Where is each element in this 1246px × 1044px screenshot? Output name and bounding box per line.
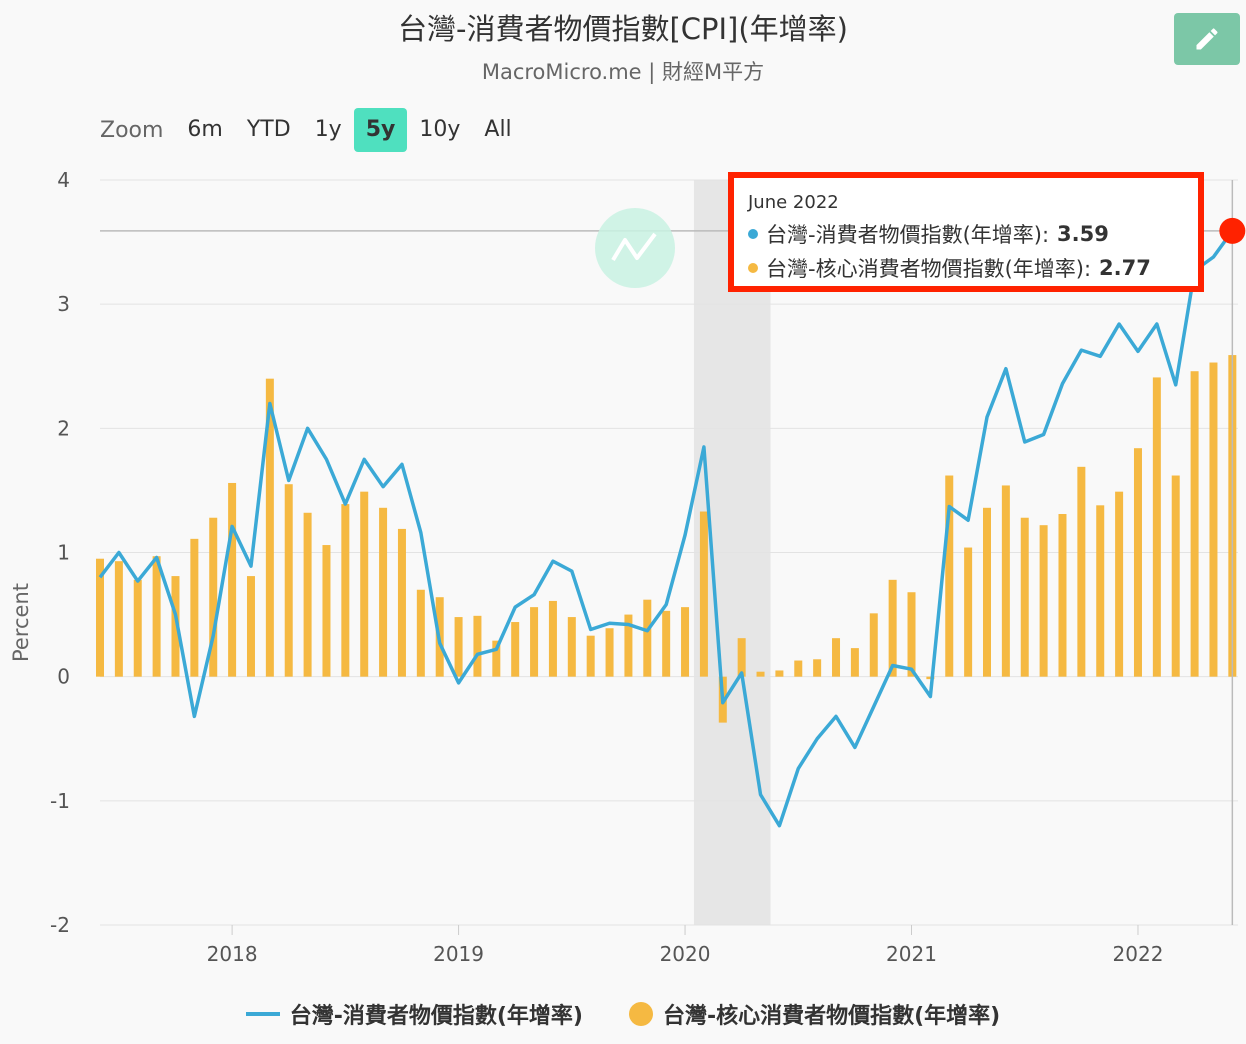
hover-marker: [1219, 217, 1246, 244]
core-cpi-bar: [152, 556, 161, 677]
y-tick-label: 2: [57, 416, 70, 440]
tooltip-dot-core: [748, 263, 758, 273]
core-cpi-bar: [416, 589, 425, 677]
core-cpi-bar: [303, 512, 312, 677]
tooltip-label-cpi: 台灣-消費者物價指數(年增率):: [766, 223, 1050, 247]
core-cpi-bar: [813, 659, 822, 677]
core-cpi-bar: [1115, 491, 1124, 677]
legend-item-cpi[interactable]: 台灣-消費者物價指數(年增率): [245, 998, 583, 1030]
tooltip-row-cpi: 台灣-消費者物價指數(年增率): 3.59: [748, 219, 1184, 249]
y-tick-label: 0: [57, 665, 70, 689]
core-cpi-bar: [1133, 448, 1142, 677]
core-cpi-bar: [1077, 466, 1086, 677]
legend-line-symbol: [245, 1012, 280, 1016]
core-cpi-bar: [379, 507, 388, 677]
core-cpi-bar: [284, 484, 293, 677]
core-cpi-bar: [1020, 517, 1029, 677]
watermark-logo-icon: [595, 208, 675, 288]
core-cpi-bar: [360, 491, 369, 677]
y-tick-label: -2: [50, 913, 70, 937]
y-tick-label: 4: [57, 168, 70, 192]
core-cpi-bar: [322, 545, 331, 677]
core-cpi-bar: [794, 660, 803, 677]
core-cpi-bar: [775, 670, 784, 677]
x-tick-label: 2018: [207, 942, 258, 966]
tooltip-label-core: 台灣-核心消費者物價指數(年增率):: [766, 257, 1092, 281]
y-tick-label: 3: [57, 292, 70, 316]
core-cpi-bar: [397, 528, 406, 677]
core-cpi-bar: [1001, 485, 1010, 677]
core-cpi-bar: [133, 579, 142, 677]
legend-item-core[interactable]: 台灣-核心消費者物價指數(年增率): [629, 998, 1000, 1030]
core-cpi-bar: [756, 671, 765, 677]
core-cpi-bar: [548, 600, 557, 677]
core-cpi-bar: [114, 561, 123, 677]
core-cpi-bar: [737, 638, 746, 677]
core-cpi-bar: [567, 617, 576, 677]
y-axis-label: Percent: [9, 583, 33, 662]
core-cpi-bar: [907, 592, 916, 677]
legend: 台灣-消費者物價指數(年增率) 台灣-核心消費者物價指數(年增率): [0, 998, 1246, 1030]
tooltip-value-cpi: 3.59: [1057, 222, 1109, 246]
core-cpi-bar: [246, 576, 255, 677]
core-cpi-bar: [1096, 505, 1105, 677]
tooltip: June 2022 台灣-消費者物價指數(年增率): 3.59 台灣-核心消費者…: [728, 172, 1204, 292]
core-cpi-bar: [228, 482, 237, 677]
core-cpi-bar: [850, 648, 859, 677]
core-cpi-bar: [662, 610, 671, 677]
core-cpi-bar: [454, 617, 463, 677]
tooltip-row-core: 台灣-核心消費者物價指數(年增率): 2.77: [748, 253, 1184, 283]
x-tick-label: 2020: [660, 942, 711, 966]
legend-label-cpi: 台灣-消費者物價指數(年增率): [289, 1004, 583, 1029]
core-cpi-bar: [1171, 475, 1180, 677]
core-cpi-bar: [473, 615, 482, 677]
core-cpi-bar: [586, 635, 595, 677]
core-cpi-bar: [1209, 362, 1218, 677]
x-tick-label: 2019: [433, 942, 484, 966]
tooltip-date: June 2022: [748, 192, 839, 213]
x-tick-label: 2021: [886, 942, 937, 966]
core-cpi-bar: [888, 579, 897, 677]
core-cpi-bar: [681, 607, 690, 677]
core-cpi-bar: [832, 638, 841, 677]
y-tick-label: 1: [57, 541, 70, 565]
core-cpi-bar: [1039, 525, 1048, 677]
tooltip-value-core: 2.77: [1099, 256, 1151, 280]
core-cpi-bar: [643, 599, 652, 677]
y-tick-label: -1: [50, 789, 70, 813]
legend-dot-symbol: [629, 1002, 653, 1026]
core-cpi-bar: [699, 511, 708, 677]
tooltip-dot-cpi: [748, 229, 758, 239]
core-cpi-bar: [1058, 514, 1067, 677]
core-cpi-bar: [530, 607, 539, 677]
chart-plot: 4 3 2 1 0 -1 -2 Percent 2018 2019 2020 2021 2022: [9, 168, 1246, 966]
x-tick-label: 2022: [1113, 942, 1164, 966]
core-cpi-bar: [964, 547, 973, 677]
core-cpi-bar: [1152, 377, 1161, 677]
core-cpi-bar: [1190, 371, 1199, 677]
core-cpi-bar: [982, 507, 991, 677]
legend-label-core: 台灣-核心消費者物價指數(年增率): [663, 1004, 1001, 1029]
core-cpi-bar: [190, 538, 199, 677]
core-cpi-bar: [341, 504, 350, 677]
core-cpi-bar: [869, 613, 878, 677]
core-cpi-bar: [511, 622, 520, 677]
core-cpi-bar: [605, 628, 614, 677]
